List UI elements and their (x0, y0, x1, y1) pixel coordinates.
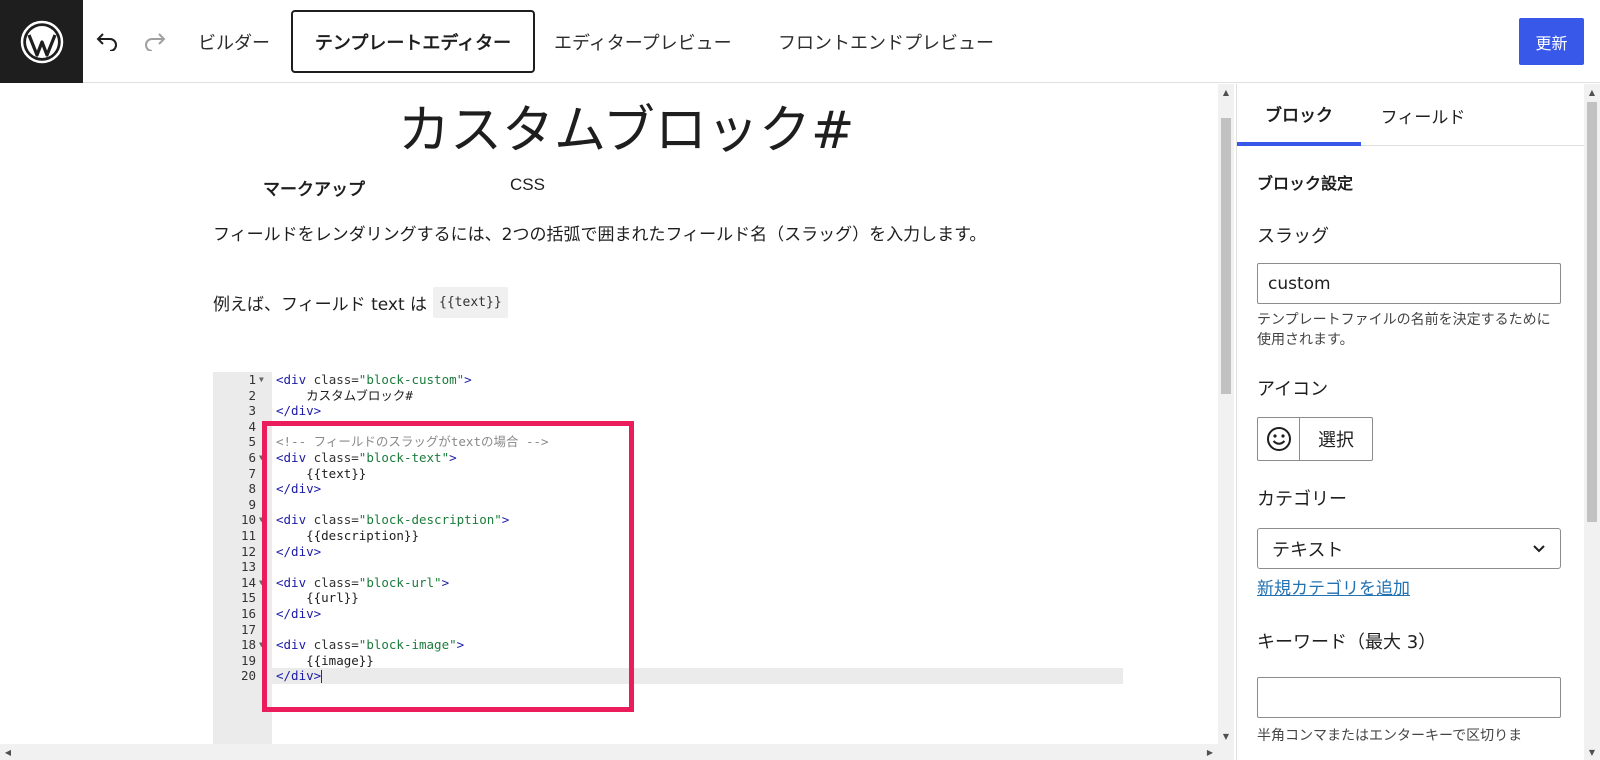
tab-template-editor[interactable]: テンプレートエディター (291, 10, 535, 73)
code-text: <div class="block-custom"> (276, 372, 472, 387)
icon-label: アイコン (1257, 379, 1329, 400)
line-number: 18 (240, 637, 256, 653)
line-number: 15 (240, 590, 256, 606)
scroll-up-icon[interactable]: ▲ (1584, 84, 1600, 100)
example-text: 例えば、フィールド text は (213, 294, 428, 315)
chevron-down-icon (1533, 544, 1545, 552)
code-line[interactable]: 1 ▼ <div class="block-custom"> (213, 372, 1123, 388)
sidebar-scrollbar[interactable]: ▲ ▼ (1584, 84, 1600, 760)
subtab-css[interactable]: CSS (510, 175, 545, 195)
line-number: 8 (248, 481, 256, 497)
settings-sidebar: ブロック フィールド ブロック設定 スラッグ custom テンプレートファイル… (1236, 84, 1584, 760)
tab-fields[interactable]: フィールド (1361, 84, 1485, 146)
line-number: 2 (248, 387, 256, 403)
slug-input[interactable]: custom (1257, 263, 1561, 304)
line-number: 11 (240, 528, 256, 543)
line-number: 16 (240, 606, 256, 621)
block-title: カスタムブロック# (398, 101, 855, 161)
fold-toggle-icon[interactable]: ▼ (259, 372, 264, 388)
code-text: </div> (276, 403, 322, 419)
line-number: 4 (248, 418, 256, 434)
redo-icon[interactable] (140, 26, 170, 56)
undo-icon[interactable] (92, 26, 122, 56)
code-line[interactable]: 3 </div> (213, 403, 1123, 419)
tab-editor-preview[interactable]: エディタープレビュー (554, 10, 732, 73)
slug-help: テンプレートファイルの名前を決定するために使用されます。 (1257, 312, 1551, 348)
line-number: 7 (248, 465, 256, 481)
update-button[interactable]: 更新 (1519, 18, 1584, 65)
category-select[interactable]: テキスト (1257, 528, 1561, 569)
scroll-down-icon[interactable]: ▼ (1584, 744, 1600, 760)
block-settings-heading: ブロック設定 (1257, 174, 1354, 193)
line-number: 9 (248, 496, 256, 512)
icon-picker: 選択 (1257, 417, 1373, 461)
wordpress-icon[interactable] (0, 0, 83, 83)
keyword-label: キーワード（最大 3） (1257, 632, 1437, 653)
scroll-right-icon[interactable]: ▶ (1202, 744, 1218, 760)
example-code: {{text}} (433, 286, 508, 318)
scrollbar-thumb[interactable] (1221, 118, 1231, 394)
sidebar-tabs: ブロック フィールド (1237, 84, 1584, 146)
subtab-markup[interactable]: マークアップ (263, 175, 365, 200)
line-number: 13 (240, 559, 256, 575)
line-number: 1 (248, 372, 256, 387)
scroll-down-icon[interactable]: ▼ (1218, 728, 1234, 744)
field-render-description: フィールドをレンダリングするには、2つの括弧で囲まれたフィールド名（スラッグ）を… (213, 225, 987, 245)
line-number: 19 (240, 652, 256, 668)
top-toolbar: ビルダー テンプレートエディター エディタープレビュー フロントエンドプレビュー… (0, 0, 1600, 83)
smiley-icon[interactable] (1258, 418, 1300, 460)
slug-label: スラッグ (1257, 226, 1329, 247)
line-number: 5 (248, 434, 256, 450)
line-number: 12 (240, 543, 256, 559)
category-label: カテゴリー (1257, 489, 1347, 510)
line-number: 20 (240, 668, 256, 684)
category-value: テキスト (1272, 539, 1344, 561)
icon-select-button[interactable]: 選択 (1300, 418, 1372, 460)
scroll-up-icon[interactable]: ▲ (1218, 84, 1234, 100)
add-category-link[interactable]: 新規カテゴリを追加 (1257, 574, 1410, 599)
keyword-help: 半角コンマまたはエンターキーで区切りま (1257, 728, 1523, 744)
tab-frontend-preview[interactable]: フロントエンドプレビュー (778, 10, 994, 73)
highlight-box (262, 421, 634, 712)
line-number: 14 (240, 574, 256, 590)
line-number: 6 (248, 450, 256, 465)
editor-horizontal-scrollbar[interactable]: ◀ ▶ (0, 744, 1234, 760)
code-text: カスタムブロック# (276, 387, 413, 403)
tab-builder[interactable]: ビルダー (198, 10, 270, 73)
line-number: 17 (240, 621, 256, 637)
editor-vertical-scrollbar[interactable]: ▲ ▼ (1218, 84, 1234, 744)
scroll-left-icon[interactable]: ◀ (0, 744, 16, 760)
tab-block[interactable]: ブロック (1237, 84, 1361, 146)
scrollbar-thumb[interactable] (1587, 102, 1597, 522)
line-number: 10 (240, 512, 256, 528)
example-line: 例えば、フィールド text は {{text}} (213, 284, 508, 320)
keyword-input[interactable] (1257, 677, 1561, 718)
code-line[interactable]: 2 カスタムブロック# (213, 388, 1123, 404)
line-number: 3 (248, 403, 256, 419)
